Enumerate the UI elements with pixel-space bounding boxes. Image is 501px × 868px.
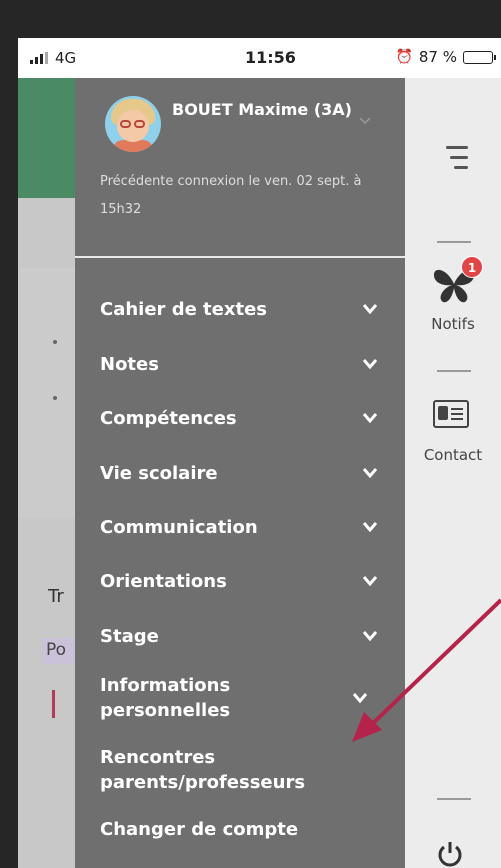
last-connection-text: Précédente connexion le ven. 02 sept. à …: [100, 174, 362, 217]
menu-item-label: Communication: [100, 517, 258, 538]
menu-item-label: Notes: [100, 354, 159, 375]
menu-item-competences[interactable]: Compétences: [100, 406, 390, 431]
menu-item-label: Informations personnelles: [100, 675, 231, 721]
notification-badge: 1: [461, 256, 483, 278]
menu-item-stage[interactable]: Stage: [100, 624, 390, 649]
menu-item-label: Compétences: [100, 408, 237, 429]
divider: [437, 370, 471, 372]
contact-label[interactable]: Contact: [405, 446, 501, 464]
side-drawer: BOUET Maxime (3A) Précédente connexion l…: [75, 78, 405, 868]
menu-item-communication[interactable]: Communication: [100, 515, 390, 540]
profile-name: BOUET Maxime (3A): [172, 100, 352, 119]
chevron-down-icon[interactable]: [359, 114, 371, 126]
menu-item-changer-de-compte[interactable]: Changer de compte: [100, 817, 390, 842]
device-frame: 4G 11:56 ⏰ 87 % Tr Po BOUET Maxime (3A) …: [0, 0, 501, 868]
background-bullet: [53, 340, 57, 344]
phone-screen: 4G 11:56 ⏰ 87 % Tr Po BOUET Maxime (3A) …: [18, 38, 501, 868]
chevron-down-icon: [362, 413, 378, 424]
signal-icon: [30, 52, 48, 64]
menu-item-label: Changer de compte: [100, 819, 299, 840]
chevron-down-icon: [362, 468, 378, 479]
divider: [437, 798, 471, 800]
menu-item-informations-personnelles[interactable]: Informations personnelles: [100, 673, 320, 723]
profile-header[interactable]: BOUET Maxime (3A) Précédente connexion l…: [75, 78, 405, 258]
status-bar: 4G 11:56 ⏰ 87 %: [18, 38, 501, 78]
chevron-down-icon: [362, 576, 378, 587]
menu-item-label: Stage: [100, 626, 159, 647]
background-marker: [52, 690, 55, 718]
notifs-label[interactable]: Notifs: [405, 315, 501, 333]
network-label: 4G: [55, 49, 77, 67]
right-rail: 1 Notifs Contact: [405, 78, 501, 868]
menu-item-label: Orientations: [100, 571, 227, 592]
chevron-down-icon: [362, 359, 378, 370]
power-icon[interactable]: [436, 840, 464, 868]
battery-percent: 87 %: [418, 48, 457, 66]
menu-item-label: Cahier de textes: [100, 299, 268, 320]
chevron-down-icon: [362, 304, 378, 315]
menu-item-rencontres-parents-professeurs[interactable]: Rencontres parents/professeurs: [100, 745, 330, 795]
menu-item-label: Rencontres parents/professeurs: [100, 747, 306, 793]
clock: 11:56: [245, 48, 296, 67]
chevron-down-icon: [362, 522, 378, 533]
menu-item-notes[interactable]: Notes: [100, 352, 390, 377]
chevron-down-icon: [362, 631, 378, 642]
avatar: [105, 96, 161, 152]
background-page: Tr Po: [18, 78, 78, 868]
menu-item-label: Vie scolaire: [100, 463, 218, 484]
menu-item-orientations[interactable]: Orientations: [100, 569, 390, 594]
background-bullet: [53, 396, 57, 400]
chevron-down-icon: [352, 693, 368, 704]
battery-icon: [463, 50, 496, 64]
divider: [75, 256, 405, 258]
alarm-icon: ⏰: [395, 49, 413, 65]
background-chip: Po: [42, 638, 78, 664]
menu-toggle-icon[interactable]: [446, 146, 468, 176]
background-card: [18, 268, 78, 518]
divider: [437, 241, 471, 243]
menu-item-cahier-de-textes[interactable]: Cahier de textes: [100, 297, 390, 322]
contact-card-icon[interactable]: [433, 400, 469, 428]
background-tab-text: Tr: [48, 586, 64, 607]
status-right: ⏰ 87 %: [395, 48, 496, 66]
background-header: [18, 78, 78, 198]
menu-item-vie-scolaire[interactable]: Vie scolaire: [100, 461, 390, 486]
status-left: 4G: [30, 49, 76, 67]
